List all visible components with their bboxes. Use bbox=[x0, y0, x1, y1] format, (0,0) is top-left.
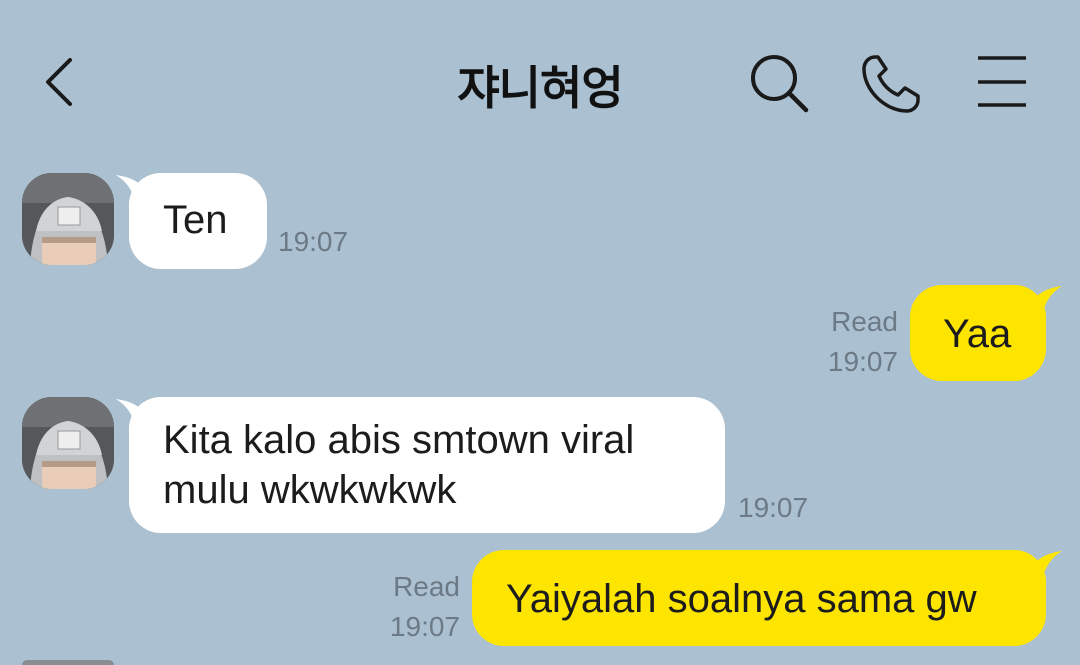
message-text: Ten bbox=[163, 198, 228, 242]
hamburger-menu-icon bbox=[978, 56, 1026, 107]
search-icon bbox=[751, 55, 809, 113]
message-text-line: Kita kalo abis smtown viral bbox=[163, 418, 635, 462]
incoming-message-bubble[interactable]: Ten bbox=[129, 173, 267, 269]
bubble-tail bbox=[1028, 551, 1062, 583]
chat-header: 쟈니혀엉 bbox=[0, 0, 1080, 160]
read-receipt: Read bbox=[831, 306, 898, 337]
call-button[interactable] bbox=[858, 52, 924, 116]
profile-photo-icon bbox=[22, 173, 114, 265]
message-text: Yaa bbox=[943, 312, 1012, 356]
profile-photo-icon bbox=[22, 397, 114, 489]
message-text-line: mulu wkwkwkwk bbox=[163, 468, 457, 512]
phone-icon bbox=[862, 55, 920, 113]
outgoing-message-bubble[interactable]: Yaiyalah soalnya sama gw bbox=[472, 550, 1046, 646]
read-receipt: Read bbox=[393, 571, 460, 602]
chat-screen: 쟈니혀엉 Ten 19:07 Read 19:07 Yaa Kita kalo … bbox=[0, 0, 1080, 665]
message-time: 19:07 bbox=[389, 611, 460, 642]
avatar[interactable] bbox=[22, 173, 114, 265]
chat-title: 쟈니혀엉 bbox=[457, 61, 623, 115]
avatar[interactable] bbox=[22, 397, 114, 489]
bubble-tail bbox=[1028, 286, 1062, 318]
chevron-left-icon bbox=[46, 58, 72, 106]
message-text: Yaiyalah soalnya sama gw bbox=[506, 577, 977, 621]
avatar[interactable] bbox=[22, 660, 114, 665]
message-time: 19:07 bbox=[738, 492, 809, 523]
search-button[interactable] bbox=[748, 52, 812, 116]
message-time: 19:07 bbox=[278, 226, 349, 257]
back-button[interactable] bbox=[36, 52, 84, 112]
incoming-message-bubble[interactable]: Kita kalo abis smtown viral mulu wkwkwkw… bbox=[129, 397, 725, 533]
menu-button[interactable] bbox=[972, 52, 1032, 112]
message-time: 19:07 bbox=[827, 346, 898, 377]
